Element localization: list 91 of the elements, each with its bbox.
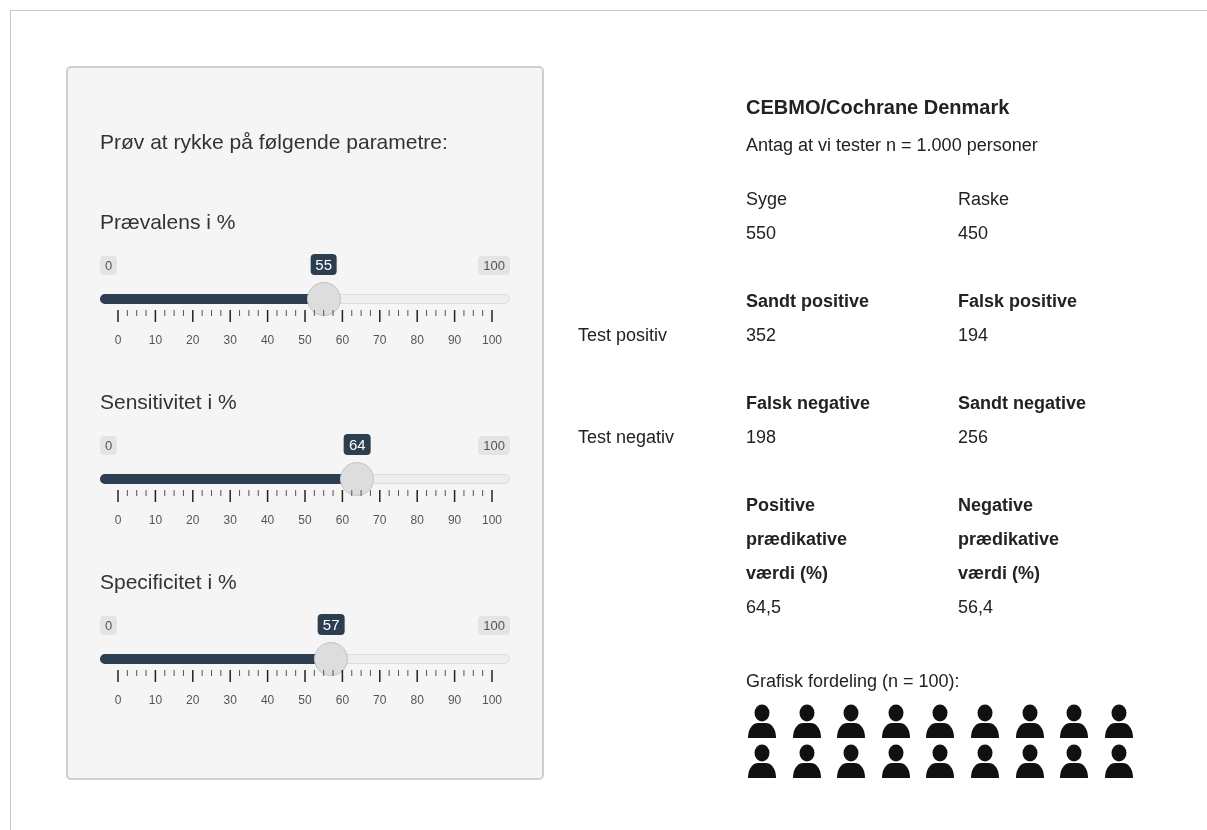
row-label: Test positiv [578, 324, 669, 347]
tick-label: 20 [186, 513, 200, 527]
person-icon [1058, 704, 1091, 738]
slider-track[interactable] [100, 462, 510, 496]
person-icon [924, 704, 957, 738]
tick-label: 0 [114, 333, 122, 347]
panel-heading: Prøv at rykke på følgende parametre: [100, 130, 449, 154]
column-heading: Falsk positive [958, 290, 1079, 313]
tick-label: 40 [260, 333, 275, 347]
tick-label: 10 [148, 693, 163, 707]
person-icon [1058, 744, 1091, 778]
column-heading: Raske [958, 188, 1011, 211]
person-icon [1102, 704, 1135, 738]
tick-label: 70 [373, 693, 387, 707]
tick-label: 100 [482, 693, 502, 707]
slider-track[interactable] [100, 282, 510, 316]
tick-label: 80 [410, 693, 424, 707]
min-label: 0 [100, 436, 118, 455]
column-heading: Positive prædikative værdi (%) [746, 494, 849, 585]
person-icon [879, 704, 912, 738]
tick-label: 10 [148, 513, 163, 527]
tick-label: 20 [186, 693, 200, 707]
tick-label: 90 [447, 333, 462, 347]
tick-label: 40 [260, 513, 275, 527]
max-label: 100 [478, 256, 510, 275]
tick-label: 40 [260, 693, 275, 707]
results-subtitle: Antag at vi tester n = 1.000 personer [746, 134, 1039, 157]
result-value: 56,4 [958, 596, 995, 619]
max-label: 100 [478, 616, 510, 635]
value-label: 64 [344, 434, 371, 455]
person-icon [746, 744, 778, 778]
slider-track[interactable] [100, 642, 510, 676]
results-title: CEBMO/Cochrane Denmark [746, 95, 1011, 120]
person-icon [924, 744, 957, 778]
person-icon [835, 744, 868, 778]
distribution-caption: Grafisk fordeling (n = 100): [746, 670, 961, 693]
person-icon [968, 744, 1001, 778]
min-label: 0 [100, 256, 118, 275]
tick-label: 30 [223, 333, 237, 347]
person-icon [835, 704, 868, 738]
person-icon [968, 704, 1001, 738]
tick-label: 30 [223, 693, 237, 707]
result-value: 450 [958, 222, 990, 245]
min-label: 0 [100, 616, 118, 635]
tick-label: 50 [298, 693, 312, 707]
tick-label: 10 [148, 333, 163, 347]
tick-label: 60 [335, 693, 350, 707]
person-icon [1013, 744, 1046, 778]
person-icon [1102, 744, 1135, 778]
result-value: 194 [958, 324, 990, 347]
person-icon [1013, 704, 1046, 738]
slider-handle[interactable] [314, 642, 349, 676]
tick-label: 60 [335, 513, 350, 527]
slider-handle[interactable] [306, 282, 341, 316]
result-value: 352 [746, 324, 778, 347]
tick-label: 100 [482, 513, 502, 527]
value-label: 57 [317, 614, 345, 635]
column-heading: Sandt negative [958, 392, 1088, 415]
person-icon [790, 744, 823, 778]
tick-label: 90 [447, 513, 462, 527]
tick-label: 30 [223, 513, 237, 527]
column-heading: Sandt positive [746, 290, 871, 313]
slider-label: Sensitivitet i % [100, 390, 238, 414]
person-icon [879, 744, 912, 778]
max-label: 100 [478, 436, 510, 455]
result-value: 256 [958, 426, 990, 449]
person-icon [790, 704, 823, 738]
tick-label: 70 [373, 333, 387, 347]
slider-label: Prævalens i % [100, 210, 237, 234]
tick-label: 90 [447, 693, 462, 707]
tick-label: 50 [298, 333, 312, 347]
slider-handle[interactable] [340, 462, 375, 496]
column-heading: Syge [746, 188, 789, 211]
result-value: 64,5 [746, 596, 783, 619]
result-value: 198 [746, 426, 778, 449]
tick-label: 80 [410, 513, 424, 527]
tick-label: 0 [114, 513, 122, 527]
tick-label: 50 [298, 513, 312, 527]
tick-label: 0 [114, 693, 122, 707]
person-icon [746, 704, 778, 738]
tick-label: 60 [335, 333, 350, 347]
tick-label: 20 [186, 333, 200, 347]
tick-label: 70 [373, 513, 387, 527]
row-label: Test negativ [578, 426, 676, 449]
slider-label: Specificitet i % [100, 570, 238, 594]
column-heading: Negative prædikative værdi (%) [958, 494, 1061, 585]
tick-label: 100 [482, 333, 502, 347]
column-heading: Falsk negative [746, 392, 872, 415]
value-label: 55 [310, 254, 338, 275]
result-value: 550 [746, 222, 778, 245]
tick-label: 80 [410, 333, 424, 347]
